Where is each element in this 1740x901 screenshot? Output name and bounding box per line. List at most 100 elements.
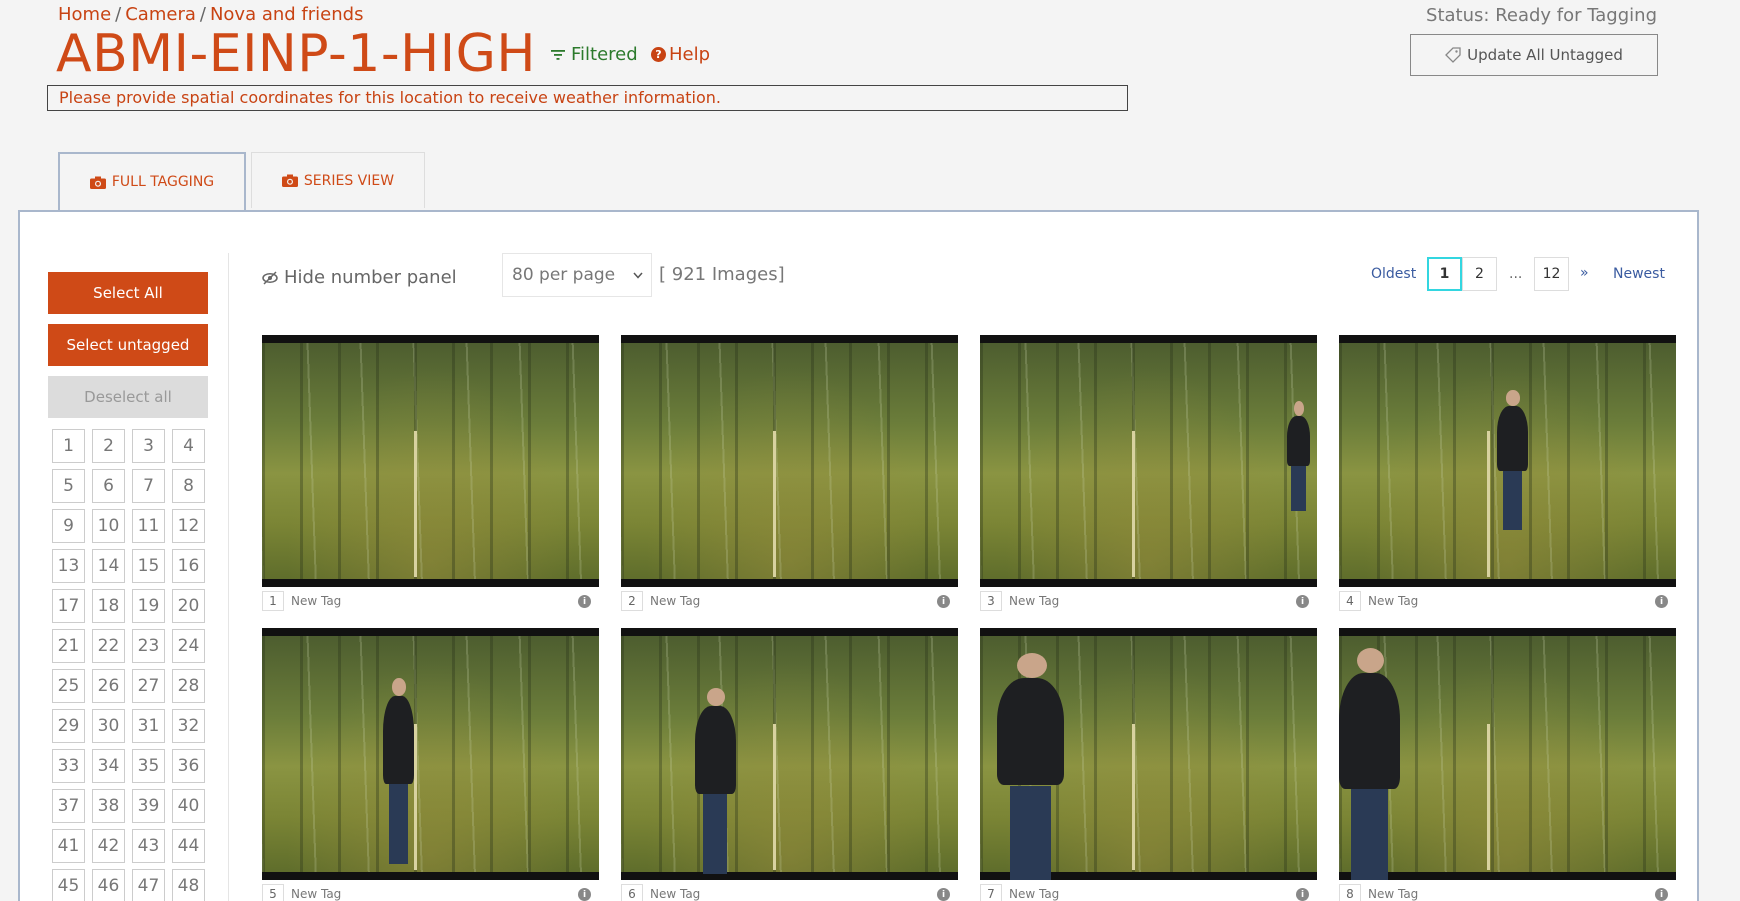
camera-trap-photo[interactable] xyxy=(621,628,958,880)
info-icon[interactable]: i xyxy=(937,595,950,608)
image-card[interactable]: 5 New Tag i xyxy=(262,628,599,901)
number-panel-cell[interactable]: 45 xyxy=(52,869,85,901)
info-icon[interactable]: i xyxy=(1655,595,1668,608)
deselect-all-button[interactable]: Deselect all xyxy=(48,376,208,418)
number-panel-cell[interactable]: 39 xyxy=(132,789,165,823)
number-panel-cell[interactable]: 40 xyxy=(172,789,205,823)
number-panel-cell[interactable]: 4 xyxy=(172,429,205,463)
number-panel-cell[interactable]: 43 xyxy=(132,829,165,863)
image-tag-label[interactable]: New Tag xyxy=(291,594,341,608)
number-panel-cell[interactable]: 21 xyxy=(52,629,85,663)
number-panel-cell[interactable]: 23 xyxy=(132,629,165,663)
image-card[interactable]: 7 New Tag i xyxy=(980,628,1317,901)
select-all-button[interactable]: Select All xyxy=(48,272,208,314)
number-panel-cell[interactable]: 25 xyxy=(52,669,85,703)
number-panel-cell[interactable]: 46 xyxy=(92,869,125,901)
image-card[interactable]: 2 New Tag i xyxy=(621,335,958,612)
number-panel-cell[interactable]: 1 xyxy=(52,429,85,463)
camera-trap-photo[interactable] xyxy=(1339,335,1676,587)
info-icon[interactable]: i xyxy=(1655,888,1668,901)
number-panel-cell[interactable]: 30 xyxy=(92,709,125,743)
number-panel-cell[interactable]: 27 xyxy=(132,669,165,703)
number-panel-cell[interactable]: 18 xyxy=(92,589,125,623)
number-panel-cell[interactable]: 2 xyxy=(92,429,125,463)
tab-series-view[interactable]: SERIES VIEW xyxy=(251,152,425,208)
info-icon[interactable]: i xyxy=(1296,595,1309,608)
number-panel-cell[interactable]: 38 xyxy=(92,789,125,823)
breadcrumb-camera-link[interactable]: Camera xyxy=(125,4,196,25)
number-panel-cell[interactable]: 29 xyxy=(52,709,85,743)
image-tag-label[interactable]: New Tag xyxy=(650,594,700,608)
page-title: ABMI-EINP-1-HIGH xyxy=(56,24,536,84)
number-panel-cell[interactable]: 13 xyxy=(52,549,85,583)
number-panel-cell[interactable]: 16 xyxy=(172,549,205,583)
number-panel-cell[interactable]: 3 xyxy=(132,429,165,463)
number-panel-cell[interactable]: 17 xyxy=(52,589,85,623)
number-panel-cell[interactable]: 44 xyxy=(172,829,205,863)
camera-trap-photo[interactable] xyxy=(980,335,1317,587)
pagination-oldest-link[interactable]: Oldest xyxy=(1371,266,1416,282)
hide-number-panel-toggle[interactable]: Hide number panel xyxy=(262,267,457,288)
info-icon[interactable]: i xyxy=(937,888,950,901)
number-panel-cell[interactable]: 31 xyxy=(132,709,165,743)
number-panel-cell[interactable]: 12 xyxy=(172,509,205,543)
number-panel-cell[interactable]: 37 xyxy=(52,789,85,823)
image-card[interactable]: 6 New Tag i xyxy=(621,628,958,901)
number-panel-cell[interactable]: 34 xyxy=(92,749,125,783)
update-all-untagged-button[interactable]: Update All Untagged xyxy=(1410,34,1658,76)
number-panel-cell[interactable]: 33 xyxy=(52,749,85,783)
number-panel-cell[interactable]: 11 xyxy=(132,509,165,543)
number-panel-cell[interactable]: 35 xyxy=(132,749,165,783)
select-untagged-button[interactable]: Select untagged xyxy=(48,324,208,366)
number-panel-cell[interactable]: 32 xyxy=(172,709,205,743)
number-panel-cell[interactable]: 41 xyxy=(52,829,85,863)
image-tag-label[interactable]: New Tag xyxy=(650,887,700,901)
number-panel-cell[interactable]: 42 xyxy=(92,829,125,863)
number-panel-cell[interactable]: 19 xyxy=(132,589,165,623)
pagination-next-link[interactable]: » xyxy=(1580,265,1589,281)
info-icon[interactable]: i xyxy=(578,888,591,901)
help-link[interactable]: ? Help xyxy=(651,44,710,65)
per-page-select[interactable]: 80 per page xyxy=(502,253,652,297)
pagination-page-1[interactable]: 1 xyxy=(1427,257,1462,291)
number-panel-cell[interactable]: 24 xyxy=(172,629,205,663)
camera-trap-photo[interactable] xyxy=(980,628,1317,880)
pagination-page-last[interactable]: 12 xyxy=(1534,257,1569,291)
breadcrumb-home-link[interactable]: Home xyxy=(58,4,111,25)
camera-trap-photo[interactable] xyxy=(262,335,599,587)
image-card[interactable]: 8 New Tag i xyxy=(1339,628,1676,901)
info-icon[interactable]: i xyxy=(1296,888,1309,901)
camera-trap-photo[interactable] xyxy=(262,628,599,880)
number-panel-cell[interactable]: 14 xyxy=(92,549,125,583)
filtered-toggle[interactable]: Filtered xyxy=(551,44,638,65)
number-panel-cell[interactable]: 47 xyxy=(132,869,165,901)
number-panel-cell[interactable]: 26 xyxy=(92,669,125,703)
image-card[interactable]: 4 New Tag i xyxy=(1339,335,1676,612)
breadcrumb-project-link[interactable]: Nova and friends xyxy=(210,4,364,25)
image-tag-label[interactable]: New Tag xyxy=(291,887,341,901)
camera-trap-photo[interactable] xyxy=(621,335,958,587)
camera-trap-photo[interactable] xyxy=(1339,628,1676,880)
image-card[interactable]: 1 New Tag i xyxy=(262,335,599,612)
number-panel-cell[interactable]: 20 xyxy=(172,589,205,623)
image-tag-label[interactable]: New Tag xyxy=(1368,887,1418,901)
number-panel-cell[interactable]: 8 xyxy=(172,469,205,503)
number-panel-cell[interactable]: 48 xyxy=(172,869,205,901)
number-panel-cell[interactable]: 22 xyxy=(92,629,125,663)
number-panel-cell[interactable]: 15 xyxy=(132,549,165,583)
image-tag-label[interactable]: New Tag xyxy=(1009,887,1059,901)
number-panel-cell[interactable]: 36 xyxy=(172,749,205,783)
number-panel-cell[interactable]: 6 xyxy=(92,469,125,503)
number-panel-cell[interactable]: 7 xyxy=(132,469,165,503)
number-panel-cell[interactable]: 5 xyxy=(52,469,85,503)
pagination-newest-link[interactable]: Newest xyxy=(1613,266,1665,282)
image-tag-label[interactable]: New Tag xyxy=(1368,594,1418,608)
image-tag-label[interactable]: New Tag xyxy=(1009,594,1059,608)
number-panel-cell[interactable]: 9 xyxy=(52,509,85,543)
info-icon[interactable]: i xyxy=(578,595,591,608)
number-panel-cell[interactable]: 28 xyxy=(172,669,205,703)
image-card[interactable]: 3 New Tag i xyxy=(980,335,1317,612)
number-panel-cell[interactable]: 10 xyxy=(92,509,125,543)
pagination-page-2[interactable]: 2 xyxy=(1462,257,1497,291)
tab-full-tagging[interactable]: FULL TAGGING xyxy=(58,152,246,210)
